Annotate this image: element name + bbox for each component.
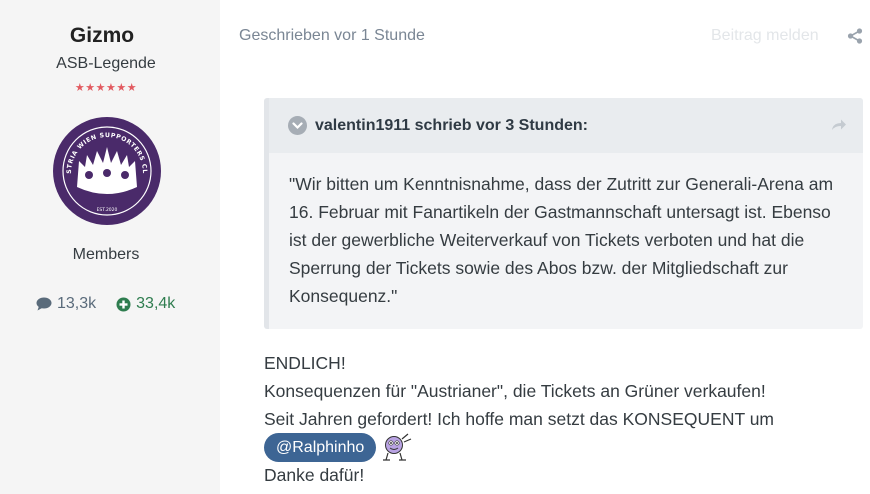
content-line: ENDLICH! xyxy=(264,353,346,373)
avatar-logo: AUSTRIA WIEN SUPPORTERS CLUB EST.2020 xyxy=(53,117,159,223)
reputation[interactable]: 33,4k xyxy=(116,295,175,313)
content-line: Seit Jahren gefordert! Ich hoffe man set… xyxy=(264,409,775,429)
smiley-icon xyxy=(383,433,412,461)
mention-line: @Ralphinho xyxy=(264,432,774,462)
user-mention[interactable]: @Ralphinho xyxy=(264,432,377,462)
quote-line: Sperrung der Tickets sowie des Abos bzw.… xyxy=(289,258,788,278)
quote-author: valentin1911 schrieb vor 3 Stunden: xyxy=(315,117,588,134)
post-timestamp[interactable]: Geschrieben vor 1 Stunde xyxy=(239,27,425,45)
quote-line: ist der gewerbliche Weiterverkauf von Ti… xyxy=(289,230,805,250)
content-line: Konsequenzen für "Austrianer", die Ticke… xyxy=(264,381,766,401)
avatar[interactable]: AUSTRIA WIEN SUPPORTERS CLUB EST.2020 xyxy=(53,117,161,225)
quote-block: valentin1911 schrieb vor 3 Stunden: "Wir… xyxy=(264,98,863,329)
rank-stars: ★★★★★★ xyxy=(74,82,138,94)
posts-count[interactable]: 13,3k xyxy=(36,295,96,313)
posts-count-value: 13,3k xyxy=(57,295,97,312)
quote-header[interactable]: valentin1911 schrieb vor 3 Stunden: xyxy=(269,98,863,153)
author-name[interactable]: Gizmo xyxy=(0,24,204,48)
quote-line: Konsequenz." xyxy=(289,286,398,306)
arrow-right-icon[interactable] xyxy=(831,118,847,132)
quote-line: 16. Februar mit Fanartikeln der Gastmann… xyxy=(289,202,831,222)
author-stats: 13,3k 33,4k xyxy=(36,295,175,313)
post-content: ENDLICH! Konsequenzen für "Austrianer", … xyxy=(264,349,774,489)
reputation-value: 33,4k xyxy=(136,295,176,312)
author-rank: ASB-Legende xyxy=(56,55,156,72)
quote-line: "Wir bitten um Kenntnisnahme, dass der Z… xyxy=(289,174,834,194)
content-line: Danke dafür! xyxy=(264,465,365,485)
plus-circle-icon xyxy=(116,297,131,311)
chevron-down-icon[interactable] xyxy=(288,116,307,135)
author-sidebar: Gizmo ASB-Legende ★★★★★★ AUSTRIA WIEN SU… xyxy=(0,0,220,494)
report-post-link[interactable]: Beitrag melden xyxy=(711,27,819,45)
share-icon[interactable] xyxy=(847,28,863,44)
avatar-est: EST.2020 xyxy=(97,207,118,213)
quote-text: "Wir bitten um Kenntnisnahme, dass der Z… xyxy=(289,170,849,310)
author-group: Members xyxy=(72,246,140,263)
comment-icon xyxy=(36,297,52,311)
